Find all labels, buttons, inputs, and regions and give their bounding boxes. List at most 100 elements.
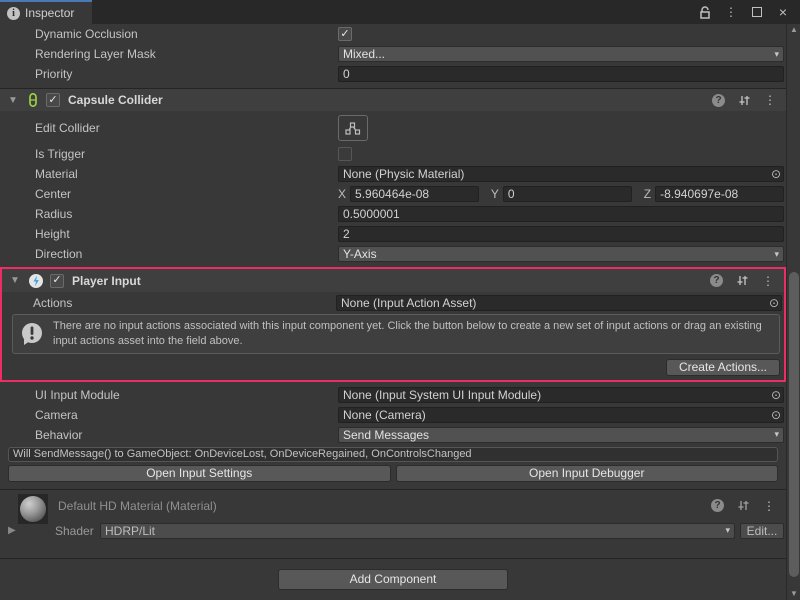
ui-input-module-value: None (Input System UI Input Module) <box>343 388 771 402</box>
height-label: Height <box>35 227 338 241</box>
unlock-icon[interactable] <box>698 5 712 19</box>
rendering-layer-mask-dropdown[interactable]: Mixed... ▾ <box>338 46 784 62</box>
player-input-enabled-checkbox[interactable]: ✓ <box>50 274 64 288</box>
rendering-layer-mask-row: Rendering Layer Mask Mixed... ▾ <box>0 44 786 64</box>
actions-object-field[interactable]: None (Input Action Asset) ⊙ <box>336 295 782 311</box>
foldout-icon[interactable]: ▼ <box>8 95 20 106</box>
ui-input-module-label: UI Input Module <box>35 388 338 402</box>
scroll-down-icon[interactable]: ▼ <box>787 588 800 600</box>
material-row: Material None (Physic Material) ⊙ <box>0 164 786 184</box>
tab-inspector[interactable]: i Inspector <box>0 0 92 24</box>
info-icon: i <box>7 7 20 20</box>
material-value: None (Physic Material) <box>343 167 771 181</box>
window-controls: ⋮ × <box>698 0 800 24</box>
material-object-field[interactable]: None (Physic Material) ⊙ <box>338 166 784 182</box>
player-input-header[interactable]: ▼ ✓ Player Input ? ⋮ <box>2 269 784 292</box>
center-y-input[interactable] <box>504 187 631 201</box>
no-actions-warning-box: There are no input actions associated wi… <box>12 314 780 354</box>
actions-value: None (Input Action Asset) <box>341 296 769 310</box>
tab-bar: i Inspector ⋮ × <box>0 0 800 24</box>
foldout-icon[interactable]: ▼ <box>10 275 22 286</box>
capsule-collider-icon <box>26 92 40 108</box>
add-component-button[interactable]: Add Component <box>278 569 508 590</box>
object-picker-icon[interactable]: ⊙ <box>771 409 781 421</box>
player-input-highlight: ▼ ✓ Player Input ? ⋮ Actions <box>0 267 786 382</box>
help-icon[interactable]: ? <box>710 274 723 287</box>
component-menu-icon[interactable]: ⋮ <box>762 274 774 288</box>
behavior-dropdown[interactable]: Send Messages ▾ <box>338 427 784 443</box>
camera-object-field[interactable]: None (Camera) ⊙ <box>338 407 784 423</box>
actions-label: Actions <box>33 296 336 310</box>
radius-label: Radius <box>35 207 338 221</box>
behavior-value: Send Messages <box>343 428 774 442</box>
vertical-scrollbar[interactable]: ▲ ▼ <box>786 24 800 600</box>
rendering-layer-mask-label: Rendering Layer Mask <box>35 47 338 61</box>
send-message-info: Will SendMessage() to GameObject: OnDevi… <box>8 447 778 462</box>
rendering-layer-mask-value: Mixed... <box>343 47 774 61</box>
capsule-collider-enabled-checkbox[interactable]: ✓ <box>46 93 60 107</box>
camera-row: Camera None (Camera) ⊙ <box>0 405 786 425</box>
player-input-title: Player Input <box>72 274 704 288</box>
shader-edit-button[interactable]: Edit... <box>740 523 784 539</box>
component-menu-icon[interactable]: ⋮ <box>763 499 775 513</box>
material-title: Default HD Material (Material) <box>58 499 217 513</box>
close-icon[interactable]: × <box>776 5 790 19</box>
component-menu-icon[interactable]: ⋮ <box>764 93 776 107</box>
object-picker-icon[interactable]: ⊙ <box>769 297 779 309</box>
maximize-icon[interactable] <box>750 5 764 19</box>
open-input-debugger-button[interactable]: Open Input Debugger <box>396 465 779 482</box>
help-icon[interactable]: ? <box>712 94 725 107</box>
direction-label: Direction <box>35 247 338 261</box>
ui-input-module-object-field[interactable]: None (Input System UI Input Module) ⊙ <box>338 387 784 403</box>
material-sphere-thumbnail <box>18 494 48 524</box>
priority-row: Priority <box>0 64 786 84</box>
create-actions-button[interactable]: Create Actions... <box>666 359 780 376</box>
center-z-input[interactable] <box>656 187 783 201</box>
chevron-down-icon: ▾ <box>725 525 730 536</box>
behavior-label: Behavior <box>35 428 338 442</box>
radius-input[interactable] <box>339 207 783 221</box>
center-y-label: Y <box>491 187 499 201</box>
inspector-content: Dynamic Occlusion ✓ Rendering Layer Mask… <box>0 24 786 600</box>
capsule-collider-header[interactable]: ▼ ✓ Capsule Collider ? ⋮ <box>0 88 786 111</box>
material-preview-section: Default HD Material (Material) ? ⋮ ▶ Sha… <box>0 489 786 546</box>
dynamic-occlusion-row: Dynamic Occlusion ✓ <box>0 24 786 44</box>
presets-icon[interactable] <box>738 94 751 107</box>
warning-icon <box>19 321 45 347</box>
scrollbar-thumb[interactable] <box>789 272 799 577</box>
height-input[interactable] <box>339 227 783 241</box>
chevron-down-icon: ▾ <box>774 429 779 440</box>
center-x-label: X <box>338 187 346 201</box>
inspector-window: i Inspector ⋮ × Dynamic Occlusion ✓ Rend… <box>0 0 800 600</box>
is-trigger-checkbox[interactable] <box>338 147 352 161</box>
priority-input[interactable] <box>339 67 783 81</box>
object-picker-icon[interactable]: ⊙ <box>771 168 781 180</box>
object-picker-icon[interactable]: ⊙ <box>771 389 781 401</box>
camera-label: Camera <box>35 408 338 422</box>
foldout-closed-icon[interactable]: ▶ <box>8 525 16 536</box>
window-menu-icon[interactable]: ⋮ <box>724 5 738 19</box>
direction-value: Y-Axis <box>343 247 774 261</box>
shader-dropdown[interactable]: HDRP/Lit ▾ <box>100 523 735 539</box>
center-label: Center <box>35 187 338 201</box>
tab-title: Inspector <box>25 6 74 20</box>
direction-dropdown[interactable]: Y-Axis ▾ <box>338 246 784 262</box>
presets-icon[interactable] <box>736 274 749 287</box>
scroll-up-icon[interactable]: ▲ <box>787 24 800 36</box>
chevron-down-icon: ▾ <box>774 249 779 260</box>
ui-input-module-row: UI Input Module None (Input System UI In… <box>0 385 786 405</box>
open-input-settings-button[interactable]: Open Input Settings <box>8 465 391 482</box>
center-x-input[interactable] <box>351 187 478 201</box>
center-row: Center X Y Z <box>0 184 786 204</box>
player-input-icon <box>28 273 44 289</box>
actions-row: Actions None (Input Action Asset) ⊙ <box>2 292 784 313</box>
priority-label: Priority <box>35 67 338 81</box>
chevron-down-icon: ▾ <box>774 49 779 60</box>
dynamic-occlusion-checkbox[interactable]: ✓ <box>338 27 352 41</box>
shader-label: Shader <box>55 524 94 538</box>
dynamic-occlusion-label: Dynamic Occlusion <box>35 27 338 41</box>
presets-icon[interactable] <box>737 499 750 512</box>
edit-collider-button[interactable] <box>338 115 368 141</box>
is-trigger-row: Is Trigger <box>0 144 786 164</box>
help-icon[interactable]: ? <box>711 499 724 512</box>
